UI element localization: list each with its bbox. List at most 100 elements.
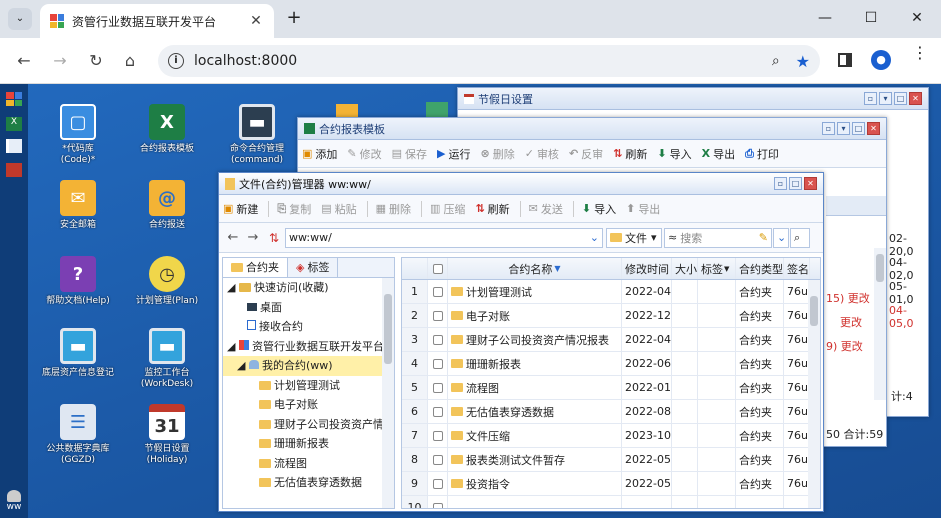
window-restore-button[interactable]: ▫ [822,122,835,135]
maximize-button[interactable]: ☐ [848,6,894,30]
clear-brush-icon[interactable]: ✎ [759,231,768,244]
desktop-icon-partial[interactable] [336,104,358,118]
file-manager-window[interactable]: 文件(合约)管理器 ww:ww/ ▫ □ ✕ ▣ 新建 ⎘ 复制 ▤ 粘贴 ▦ 删除 ▥… [218,172,824,512]
table-row[interactable]: 9 投资指令 2022-05- 合约夹 76ur [402,472,820,496]
desktop-icon-code[interactable]: ▢ *代码库 (Code)* [34,104,122,166]
file-name-cell[interactable]: 报表类测试文件暂存 [448,448,622,471]
minimize-button[interactable]: — [802,6,848,30]
table-row[interactable]: 10 [402,496,820,508]
reload-icon[interactable]: ↻ [84,50,108,72]
window-close-button[interactable]: ✕ [804,177,817,190]
paste-button[interactable]: ▤ 粘贴 [321,201,356,217]
tab-list-button[interactable]: ⌄ [8,8,32,30]
back-arrow-icon[interactable]: ← [12,50,36,72]
file-name-cell[interactable]: 流程图 [448,376,622,399]
table-row[interactable]: 7 文件压缩 2023-10- 合约夹 76ur [402,424,820,448]
path-input[interactable]: ww:ww/⌄ [285,227,603,248]
row-checkbox[interactable] [428,376,448,399]
import-button[interactable]: ⬇ 导入 [657,146,691,162]
taskbar-calendar-icon[interactable] [6,163,22,177]
tab-folders[interactable]: 合约夹 [223,258,288,277]
window-restore-button[interactable]: ▫ [864,92,877,105]
tab-tags[interactable]: ◈ 标签 [288,258,339,277]
row-checkbox[interactable] [428,472,448,495]
row-checkbox[interactable] [428,328,448,351]
desktop-icon-workdesk[interactable]: ▬ 监控工作台 (WorkDesk) [123,328,211,390]
new-button[interactable]: ▣ 新建 [223,201,258,217]
add-button[interactable]: ▣ 添加 [302,146,337,162]
row-checkbox[interactable] [428,304,448,327]
search-options-button[interactable]: ⌄ [773,227,789,248]
tree-node[interactable]: 流程图 [223,454,394,474]
desktop-icon-help[interactable]: ? 帮助文档(Help) [34,256,122,307]
refresh-button[interactable]: ⇅ 刷新 [613,146,647,162]
window-close-button[interactable]: ✕ [909,92,922,105]
table-row[interactable]: 2 电子对账 2022-12- 合约夹 76ur [402,304,820,328]
desktop-icon-command[interactable]: ▬ 命令合约管理 (command) [213,104,301,166]
tree-node[interactable]: 接收合约 [223,317,394,337]
column-header-modified[interactable]: 修改时间 [622,258,672,279]
start-grid-icon[interactable] [6,92,22,106]
delete-button[interactable]: ⊗ 删除 [481,146,515,162]
address-bar[interactable]: i localhost:8000 ⌕ ★ [158,45,820,77]
chevron-down-icon[interactable]: ⌄ [590,231,599,244]
home-icon[interactable]: ⌂ [118,50,142,72]
tree-node[interactable]: 电子对账 [223,395,394,415]
desktop-icon-report-template[interactable]: X 合约报表模板 [123,104,211,155]
audit-button[interactable]: ✓ 审核 [525,146,559,162]
unaudit-button[interactable]: ↶ 反审 [569,146,603,162]
table-row[interactable]: 1 计划管理测试 2022-04- 合约夹 76ur [402,280,820,304]
row-checkbox[interactable] [428,424,448,447]
row-checkbox[interactable] [428,400,448,423]
forward-arrow-icon[interactable]: → [243,230,263,245]
table-row[interactable]: 4 珊珊新报表 2022-06- 合约夹 76ur [402,352,820,376]
window-titlebar[interactable]: 文件(合约)管理器 ww:ww/ ▫ □ ✕ [219,173,823,195]
close-window-button[interactable]: ✕ [894,6,940,30]
side-panel-icon[interactable] [838,53,852,67]
file-name-cell[interactable]: 珊珊新报表 [448,352,622,375]
desktop-icon-contract-submit[interactable]: @ 合约报送 [123,180,211,231]
send-button[interactable]: ✉ 发送 [529,201,563,217]
table-row[interactable]: 6 无估值表穿透数据 2022-08- 合约夹 76ur [402,400,820,424]
file-name-cell[interactable]: 投资指令 [448,472,622,495]
file-name-cell[interactable]: 电子对账 [448,304,622,327]
file-name-cell[interactable]: 无估值表穿透数据 [448,400,622,423]
tree-node[interactable]: ◢ 快速访问(收藏) [223,278,394,298]
tree-node-selected[interactable]: ◢ 我的合约(ww) [223,356,394,376]
window-close-button[interactable]: ✕ [867,122,880,135]
tree-node[interactable]: 计划管理测试 [223,376,394,396]
close-tab-icon[interactable]: ✕ [248,13,264,29]
delete-button[interactable]: ▦ 删除 [376,201,411,217]
row-checkbox[interactable] [428,280,448,303]
file-name-cell[interactable] [448,496,622,508]
column-header-tag[interactable]: 标签 ▼ [698,258,736,279]
file-name-cell[interactable]: 计划管理测试 [448,280,622,303]
file-filter-select[interactable]: 文件 ▾ [606,227,662,248]
table-row[interactable]: 3 理财子公司投资资产情况报表 2022-04- 合约夹 76ur [402,328,820,352]
run-button[interactable]: ▶ 运行 [437,146,470,162]
table-row[interactable]: 5 流程图 2022-01- 合约夹 76ur [402,376,820,400]
window-maximize-button[interactable]: □ [894,92,907,105]
browser-menu-icon[interactable]: ⋮ [912,45,928,61]
select-all-checkbox[interactable] [428,258,448,279]
vertical-scrollbar[interactable] [874,248,886,400]
column-header-type[interactable]: 合约类型 [736,258,784,279]
vertical-scrollbar[interactable] [382,278,394,508]
browser-tab[interactable]: 资管行业数据互联开发平台 ✕ [40,4,274,38]
file-name-cell[interactable]: 理财子公司投资资产情况报表 [448,328,622,351]
profile-avatar-icon[interactable]: ● [871,50,891,70]
copy-button[interactable]: ⎘ 复制 [277,201,311,217]
user-avatar[interactable]: ww [4,490,24,514]
export-button[interactable]: ⬆ 导出 [626,201,660,217]
desktop-icon-holiday[interactable]: 31 节假日设置 (Holiday) [123,404,211,466]
save-button[interactable]: ▤ 保存 [392,146,427,162]
search-input[interactable]: ≈ 搜索 ✎ [664,227,772,248]
window-titlebar[interactable]: 合约报表模板 ▫ ▾ □ ✕ [298,118,886,140]
tree-node[interactable]: 理财子公司投资资产情 [223,415,394,435]
row-checkbox[interactable] [428,352,448,375]
desktop-icon-partial[interactable] [426,102,448,118]
row-checkbox[interactable] [428,448,448,471]
back-arrow-icon[interactable]: ← [223,230,243,245]
window-restore-button[interactable]: ▫ [774,177,787,190]
window-titlebar[interactable]: 节假日设置 ▫ ▾ □ ✕ [458,88,928,110]
